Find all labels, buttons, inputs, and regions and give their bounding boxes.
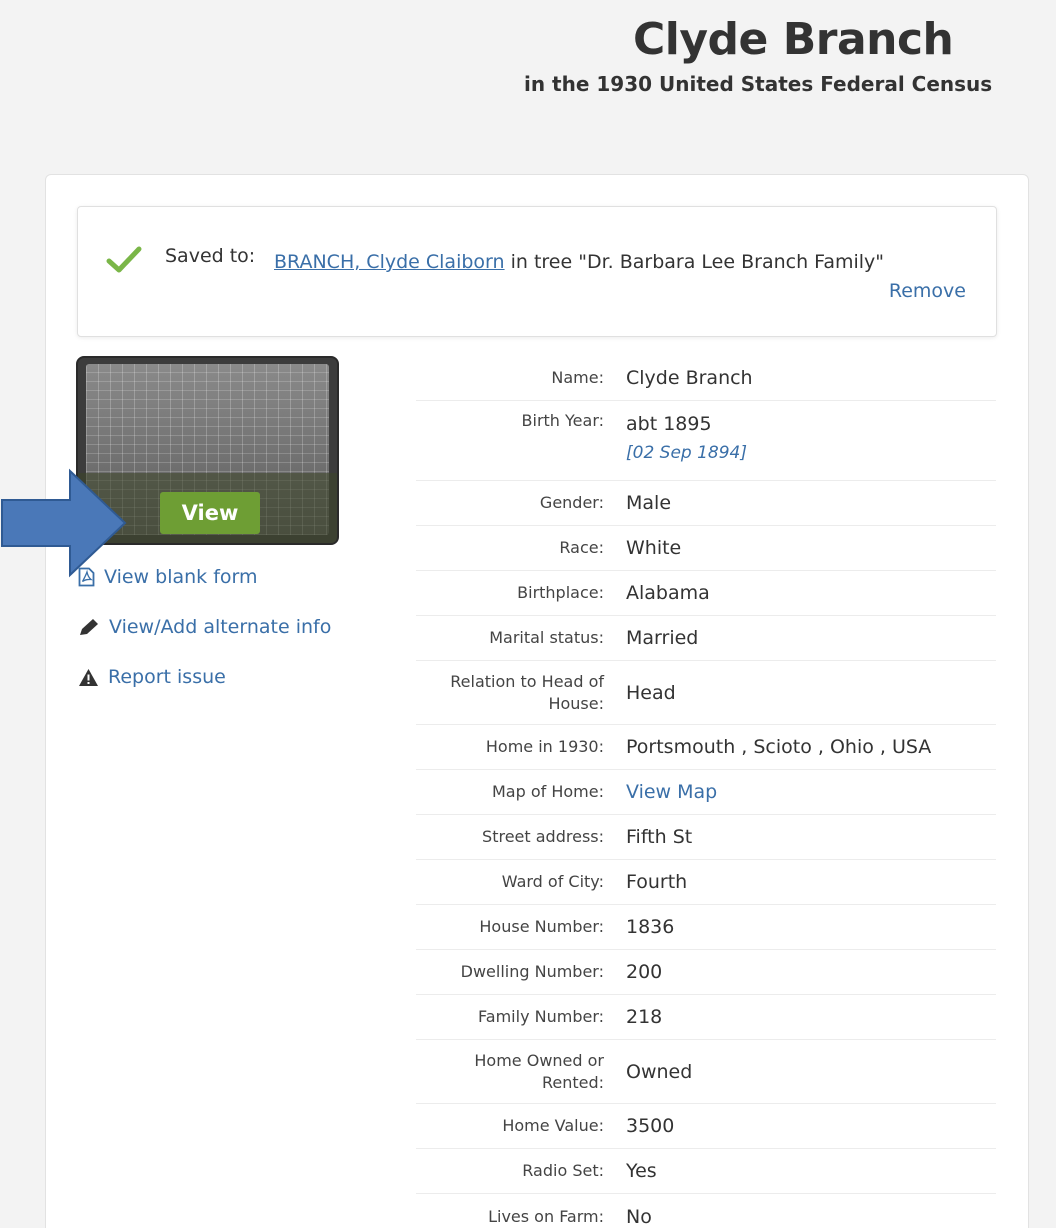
saved-tree-name: in tree "Dr. Barbara Lee Branch Family" (504, 251, 885, 273)
detail-value: Alabama (626, 582, 710, 604)
warning-icon (79, 668, 98, 686)
record-details-table: Name: Clyde Branch Birth Year: abt 1895 … (416, 356, 996, 1228)
view-add-alternate-info-link[interactable]: View/Add alternate info (78, 616, 331, 638)
detail-row-race: Race: White (416, 526, 996, 571)
detail-value: Head (626, 681, 676, 704)
detail-value: 218 (626, 1006, 663, 1028)
detail-label: Map of Home: (492, 782, 604, 801)
detail-row-birth-year: Birth Year: abt 1895 [02 Sep 1894] (416, 401, 996, 481)
detail-value: abt 1895 [02 Sep 1894] (626, 410, 747, 468)
detail-label: Family Number: (478, 1007, 604, 1026)
detail-value: Married (626, 627, 699, 649)
detail-row-marital-status: Marital status: Married (416, 616, 996, 661)
detail-label: Gender: (539, 493, 604, 512)
detail-row-family-number: Family Number: 218 (416, 995, 996, 1040)
detail-label: Relation to Head of House: (450, 671, 604, 713)
remove-link[interactable]: Remove (889, 280, 966, 302)
birth-year-value: abt 1895 (626, 413, 712, 435)
detail-value: Portsmouth , Scioto , Ohio , USA (626, 736, 932, 758)
detail-label: Race: (559, 538, 604, 557)
detail-label: Home Owned or Rented: (474, 1050, 604, 1092)
detail-label: Ward of City: (501, 872, 604, 891)
detail-row-relation: Relation to Head of House: Head (416, 661, 996, 725)
detail-row-radio-set: Radio Set: Yes (416, 1149, 996, 1194)
detail-value: View Map (626, 778, 717, 806)
detail-label: Street address: (482, 827, 604, 846)
detail-row-home-in-1930: Home in 1930: Portsmouth , Scioto , Ohio… (416, 725, 996, 770)
detail-label: Birthplace: (517, 583, 604, 602)
detail-value: Male (626, 492, 672, 514)
page-subtitle: in the 1930 United States Federal Census (524, 72, 993, 96)
pdf-document-icon (78, 567, 95, 587)
detail-value: No (626, 1205, 652, 1228)
page-header: Clyde Branch in the 1930 United States F… (0, 0, 1056, 100)
arrow-right-icon (1, 468, 127, 578)
detail-value: Owned (626, 1060, 693, 1083)
detail-label: Dwelling Number: (460, 962, 604, 981)
view-blank-form-label: View blank form (104, 566, 258, 588)
detail-value: Yes (626, 1160, 657, 1182)
detail-label: Radio Set: (522, 1161, 604, 1180)
detail-value: Fourth (626, 871, 688, 893)
check-icon (106, 246, 142, 273)
detail-value: Clyde Branch (626, 367, 753, 389)
pencil-icon (80, 619, 98, 635)
saved-person-link[interactable]: BRANCH, Clyde Claiborn (274, 251, 505, 273)
detail-row-home-value: Home Value: 3500 (416, 1104, 996, 1149)
detail-row-gender: Gender: Male (416, 481, 996, 526)
detail-row-lives-on-farm: Lives on Farm: No (416, 1194, 996, 1228)
saved-to-text: BRANCH, Clyde Claiborn in tree "Dr. Barb… (274, 245, 894, 280)
detail-label: Name: (551, 368, 604, 387)
saved-to-tree-notice: Saved to: BRANCH, Clyde Claiborn in tree… (77, 206, 997, 337)
detail-value: 200 (626, 961, 663, 983)
detail-row-street-address: Street address: Fifth St (416, 815, 996, 860)
detail-row-ward-of-city: Ward of City: Fourth (416, 860, 996, 905)
detail-row-birthplace: Birthplace: Alabama (416, 571, 996, 616)
detail-value: Fifth St (626, 826, 693, 848)
detail-value: White (626, 537, 682, 559)
report-issue-label: Report issue (108, 666, 226, 688)
view-blank-form-link[interactable]: View blank form (78, 566, 258, 588)
report-issue-link[interactable]: Report issue (78, 666, 226, 688)
saved-to-label: Saved to: (165, 245, 256, 267)
detail-label: Home in 1930: (485, 737, 604, 756)
detail-label: Home Value: (502, 1116, 604, 1135)
detail-row-map-of-home: Map of Home: View Map (416, 770, 996, 815)
detail-label: House Number: (479, 917, 604, 936)
view-image-button[interactable]: View (160, 492, 260, 534)
view-add-alternate-info-label: View/Add alternate info (109, 616, 332, 638)
birth-year-alternate-link[interactable]: [02 Sep 1894] (626, 438, 747, 468)
detail-label: Marital status: (489, 628, 604, 647)
detail-value: 1836 (626, 916, 675, 938)
detail-label: Lives on Farm: (488, 1206, 604, 1226)
view-map-link[interactable]: View Map (626, 781, 717, 803)
page-title: Clyde Branch (633, 14, 954, 65)
detail-value: 3500 (626, 1115, 675, 1137)
detail-label: Birth Year: (521, 411, 604, 430)
detail-row-name: Name: Clyde Branch (416, 356, 996, 401)
detail-row-house-number: House Number: 1836 (416, 905, 996, 950)
detail-row-home-owned: Home Owned or Rented: Owned (416, 1040, 996, 1104)
detail-row-dwelling-number: Dwelling Number: 200 (416, 950, 996, 995)
